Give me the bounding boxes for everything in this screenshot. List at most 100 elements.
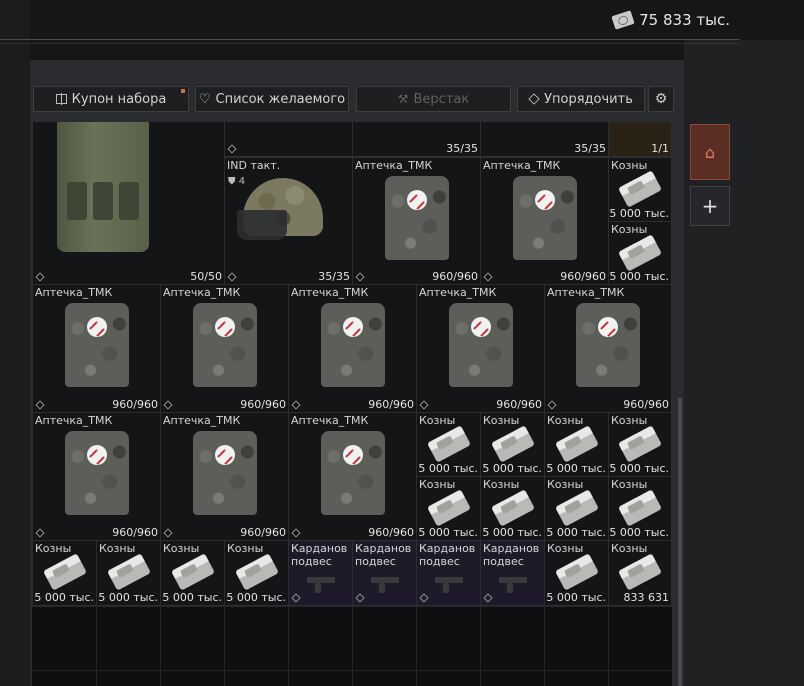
cash-item[interactable]: Козны 5 000 тыс. [544,540,609,606]
medkit-image [320,303,385,387]
grid-item[interactable] [224,122,353,157]
medkit-item[interactable]: Аптечка_ТМК 960/960 [32,412,161,541]
cash-item[interactable]: Козны 5 000 тыс. [608,476,672,541]
item-name-line2: подвес [419,555,460,568]
cube-icon [355,272,365,282]
cube-icon [547,400,557,410]
wishlist-button[interactable]: ♡ Список желаемого [195,86,349,112]
medkit-item[interactable]: Аптечка_ТМК 960/960 [160,284,289,413]
item-name: Козны [483,478,520,491]
medkit-item[interactable]: Аптечка_ТМК 960/960 [352,157,481,285]
layers-icon [528,93,540,105]
helmet-item[interactable]: IND такт. ⛊ 4 35/35 [224,157,353,285]
medkit-item[interactable]: Аптечка_ТМК 960/960 [160,412,289,541]
gimbal-item[interactable]: Карданов подвес [480,540,545,606]
cash-item[interactable]: Козны 5 000 тыс. [32,540,97,606]
sort-settings-button[interactable]: ⚙ [648,86,674,112]
cash-image [618,234,662,272]
medkit-image [64,431,129,515]
item-count: 960/960 [496,398,542,411]
grid-scrollbar[interactable] [678,398,682,686]
gimbal-item[interactable]: Карданов подвес [416,540,481,606]
cash-image [490,425,535,463]
pouch [93,182,113,220]
item-name: Козны [611,414,648,427]
cube-icon [291,528,301,538]
medkit-item[interactable]: Аптечка_ТМК 960/960 [544,284,672,413]
heart-icon: ♡ [198,91,211,107]
item-name: Козны [227,542,264,555]
gimbal-image [301,573,341,593]
cash-item[interactable]: Козны 5 000 тыс. [608,157,672,222]
item-name: Карданов подвес [355,542,416,568]
item-count: 5 000 тыс. [98,591,158,604]
medkit-image [576,303,640,387]
left-bg [0,0,30,686]
grid-line [32,606,672,607]
grid-item[interactable]: 1/1 [608,122,672,157]
item-name: Козны [547,478,584,491]
medkit-image [512,176,577,260]
cash-item[interactable]: Козны 5 000 тыс. [544,412,609,477]
item-name: Аптечка_ТМК [35,286,113,299]
cash-image [554,489,599,527]
cash-image [490,489,535,527]
pouch [119,182,139,220]
cash-image [554,553,599,591]
item-count: 833 631 [623,591,670,604]
cash-item[interactable]: Козны 5 000 тыс. [480,476,545,541]
cash-item[interactable]: Козны 5 000 тыс. [608,221,672,285]
medkit-item[interactable]: Аптечка_ТМК 960/960 [288,284,417,413]
item-count: 5 000 тыс. [418,526,478,539]
visor [237,210,287,240]
item-name-line2: подвес [355,555,396,568]
stash-grid[interactable]: 35/35 35/35 1/1 50/50 IND такт. ⛊ 4 35/3… [32,122,672,686]
grid-item[interactable]: 35/35 [352,122,481,157]
item-count: 960/960 [112,526,158,539]
medkit-item[interactable]: Аптечка_ТМК 960/960 [416,284,545,413]
gimbal-item[interactable]: Карданов подвес [352,540,417,606]
item-name: Козны [419,478,456,491]
cube-icon [483,272,493,282]
cube-icon [419,593,429,603]
wrench-icon: ⚒ [397,92,409,106]
item-name: Козны [611,223,648,236]
medkit-image [448,303,513,387]
vest-item[interactable]: 50/50 [32,122,225,285]
item-count: 5 000 тыс. [609,207,669,220]
cube-icon [163,528,173,538]
gear-icon: ⚙ [654,91,668,107]
cash-item[interactable]: Козны 5 000 тыс. [416,476,481,541]
item-count: 5 000 тыс. [609,270,669,283]
cash-item[interactable]: Козны 5 000 тыс. [480,412,545,477]
workbench-button[interactable]: ⚒ Верстак [356,86,511,112]
cash-item[interactable]: Козны 5 000 тыс. [544,476,609,541]
money-display: 75 833 тыс. [611,10,730,30]
item-name-line2: подвес [291,555,332,568]
item-name-line1: Карданов [291,542,348,555]
medkit-item[interactable]: Аптечка_ТМК 960/960 [480,157,609,285]
hideout-button[interactable]: ⌂ [690,124,730,180]
cash-item[interactable]: Козны 5 000 тыс. [160,540,225,606]
coupon-button[interactable]: Купон набора [33,86,189,112]
cash-item[interactable]: Козны 5 000 тыс. [608,412,672,477]
sort-label: Упорядочить [544,91,633,107]
add-stash-button[interactable]: + [690,186,730,226]
gimbal-item[interactable]: Карданов подвес [288,540,353,606]
item-count: 50/50 [190,270,222,283]
cash-item[interactable]: Козны 833 631 [608,540,672,606]
item-count: 960/960 [623,398,669,411]
cash-item[interactable]: Козны 5 000 тыс. [416,412,481,477]
grid-item[interactable]: 35/35 [480,122,609,157]
sort-button[interactable]: Упорядочить [517,86,645,112]
cash-item[interactable]: Козны 5 000 тыс. [224,540,289,606]
cash-item[interactable]: Козны 5 000 тыс. [96,540,161,606]
medkit-item[interactable]: Аптечка_ТМК 960/960 [32,284,161,413]
item-count: 960/960 [432,270,478,283]
pouch [67,182,87,220]
cube-icon [483,593,493,603]
cash-image [170,553,215,591]
cash-image [106,553,151,591]
armor-shield-icon: ⛊ 4 [228,176,246,187]
medkit-item[interactable]: Аптечка_ТМК 960/960 [288,412,417,541]
